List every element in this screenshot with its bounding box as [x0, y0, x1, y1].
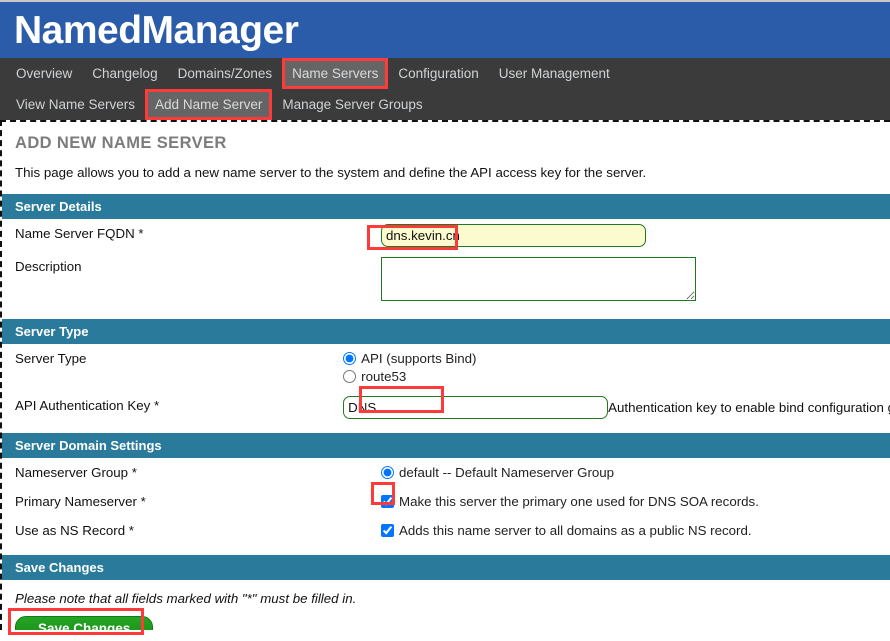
server-domain-settings-form: Nameserver Group * default -- Default Na… [15, 458, 890, 545]
label-primary-nameserver: Primary Nameserver * [15, 494, 146, 509]
radio-row-default-group[interactable]: default -- Default Nameserver Group [381, 464, 890, 481]
radio-row-route53[interactable]: route53 [343, 368, 890, 385]
section-header-server-type: Server Type [2, 319, 890, 344]
section-header-server-details: Server Details [2, 194, 890, 219]
nav-item-domains-zones[interactable]: Domains/Zones [168, 58, 283, 89]
field-row-nameserver-group: Nameserver Group * default -- Default Na… [15, 458, 890, 487]
app-header: NamedManager [0, 0, 890, 58]
label-name-server-fqdn: Name Server FQDN * [15, 226, 144, 241]
server-type-radio-route53[interactable] [343, 370, 357, 383]
nav-secondary-row: View Name Servers Add Name Server Manage… [0, 89, 890, 120]
save-changes-button[interactable]: Save Changes [15, 616, 154, 630]
ns-record-checkbox-label: Adds this name server to all domains as … [399, 523, 752, 538]
label-use-as-ns-record: Use as NS Record * [15, 523, 134, 538]
name-server-fqdn-input[interactable] [381, 224, 646, 247]
nav-item-changelog[interactable]: Changelog [82, 58, 167, 89]
app-title: NamedManager [14, 8, 299, 52]
field-row-primary-nameserver: Primary Nameserver * Make this server th… [15, 487, 890, 516]
checkbox-row-ns-record[interactable]: Adds this name server to all domains as … [381, 522, 890, 539]
field-row-auth-key: API Authentication Key * Authentication … [15, 391, 890, 424]
field-row-fqdn: Name Server FQDN * [15, 219, 890, 252]
primary-nameserver-checkbox-label: Make this server the primary one used fo… [399, 494, 759, 509]
label-api-authentication-key: API Authentication Key * [15, 398, 160, 413]
page-title: ADD NEW NAME SERVER [15, 134, 227, 152]
app-root: NamedManager Overview Changelog Domains/… [0, 0, 890, 641]
description-textarea[interactable] [381, 257, 696, 301]
value-cell-description [381, 252, 890, 309]
value-cell-primary-nameserver: Make this server the primary one used fo… [381, 487, 890, 516]
value-cell-ns-record: Adds this name server to all domains as … [381, 516, 890, 545]
server-type-radio-route53-label: route53 [361, 369, 407, 384]
field-row-server-type: Server Type API (supports Bind) route53 [15, 344, 890, 391]
label-server-type: Server Type [15, 351, 87, 366]
server-type-radio-api[interactable] [343, 352, 357, 365]
ns-record-checkbox[interactable] [381, 524, 394, 537]
label-nameserver-group: Nameserver Group * [15, 465, 137, 480]
section-header-save-changes: Save Changes [2, 555, 890, 580]
server-type-radio-api-label: API (supports Bind) [361, 351, 477, 366]
radio-row-api[interactable]: API (supports Bind) [343, 350, 890, 367]
nav-item-overview[interactable]: Overview [6, 58, 82, 89]
nameserver-group-radio-default-label: default -- Default Nameserver Group [399, 465, 615, 480]
server-type-form: Server Type API (supports Bind) route53 [15, 344, 890, 424]
content-inner: ADD NEW NAME SERVER This page allows you… [2, 122, 890, 630]
server-details-form: Name Server FQDN * Description [15, 219, 890, 309]
api-authentication-key-help: Authentication key to enable bind config… [608, 400, 890, 415]
nav-item-configuration[interactable]: Configuration [388, 58, 488, 89]
nameserver-group-radio-default[interactable] [381, 466, 394, 479]
value-cell-nameserver-group: default -- Default Nameserver Group [381, 458, 890, 487]
value-cell-auth-key: Authentication key to enable bind config… [343, 391, 890, 424]
nav-item-user-management[interactable]: User Management [489, 58, 620, 89]
value-cell-fqdn [381, 219, 890, 252]
page-content: ADD NEW NAME SERVER This page allows you… [0, 120, 890, 630]
field-row-description: Description [15, 252, 890, 309]
nav-item-name-servers[interactable]: Name Servers [282, 58, 389, 89]
nav-item-manage-server-groups[interactable]: Manage Server Groups [272, 89, 432, 120]
required-fields-note: Please note that all fields marked with … [15, 591, 357, 606]
nav-item-view-name-servers[interactable]: View Name Servers [6, 89, 145, 120]
value-cell-server-type: API (supports Bind) route53 [343, 344, 890, 391]
field-row-ns-record: Use as NS Record * Adds this name server… [15, 516, 890, 545]
section-header-server-domain-settings: Server Domain Settings [2, 433, 890, 458]
primary-nameserver-checkbox[interactable] [381, 495, 394, 508]
nav-item-add-name-server[interactable]: Add Name Server [145, 89, 273, 120]
nav-primary-row: Overview Changelog Domains/Zones Name Se… [0, 58, 890, 89]
checkbox-row-primary-nameserver[interactable]: Make this server the primary one used fo… [381, 493, 890, 510]
page-description: This page allows you to add a new name s… [15, 165, 647, 180]
label-description: Description [15, 259, 82, 274]
api-authentication-key-input[interactable] [343, 396, 609, 419]
main-navigation: Overview Changelog Domains/Zones Name Se… [0, 58, 890, 120]
